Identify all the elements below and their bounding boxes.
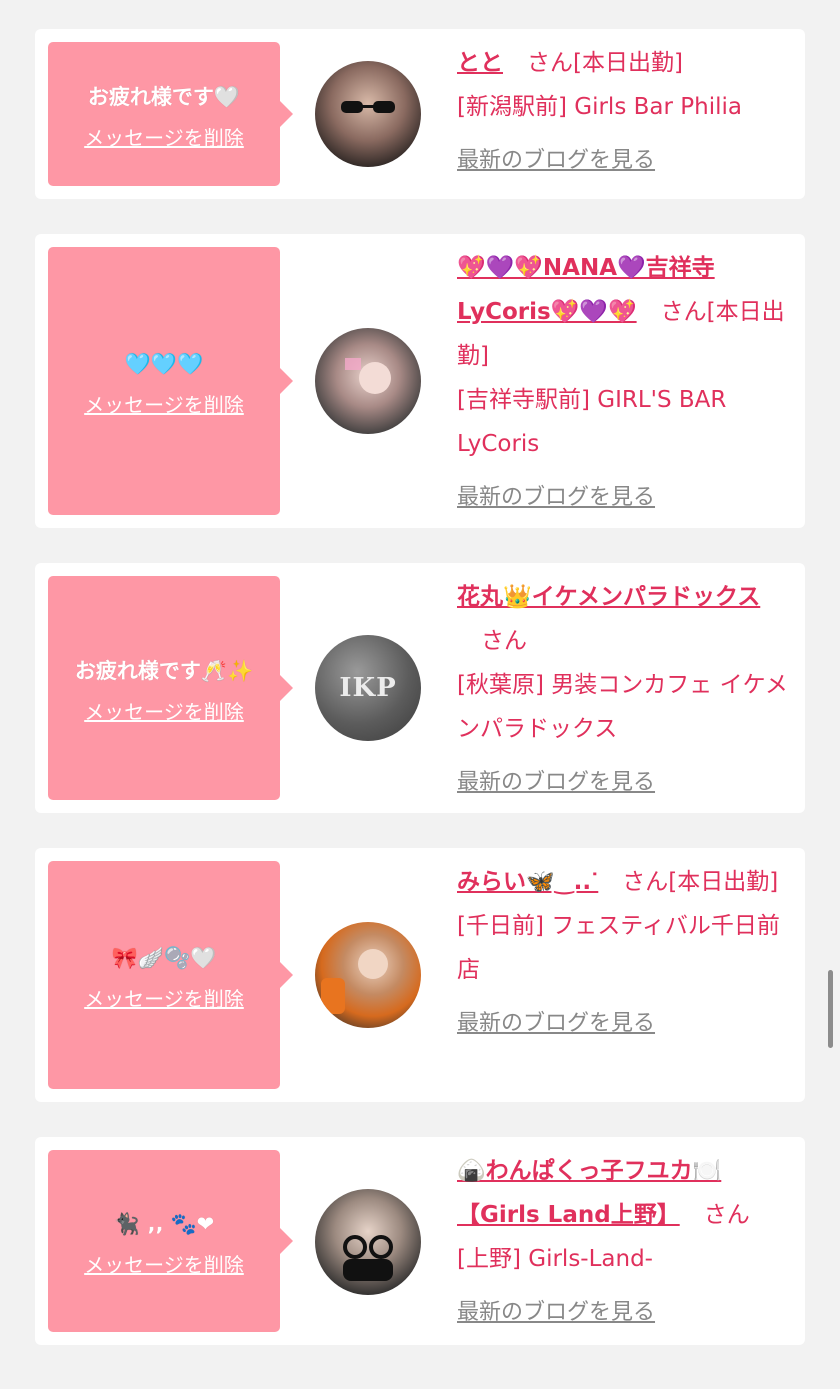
latest-blog-link[interactable]: 最新のブログを見る xyxy=(457,139,792,183)
honorific: さん xyxy=(622,869,669,895)
photo-icon xyxy=(345,358,391,394)
shop-name: [新潟駅前] Girls Bar Philia xyxy=(457,94,742,120)
honorific: さん xyxy=(481,628,527,654)
message-bubble: 🎀🪽🫧🤍 メッセージを削除 xyxy=(48,861,293,1089)
cast-name-link[interactable]: みらい🦋‿..ᐝ xyxy=(457,869,598,895)
message-text: 🩵🩵🩵 xyxy=(124,351,204,376)
message-card: お疲れ様です🥂✨ メッセージを削除 IKP 花丸👑イケメンパラドックスさん [秋… xyxy=(35,563,805,813)
status-label: [本日出勤] xyxy=(573,50,683,76)
message-bubble: お疲れ様です🤍 メッセージを削除 xyxy=(48,42,293,186)
delete-message-link[interactable]: メッセージを削除 xyxy=(84,389,244,418)
sunglasses-icon xyxy=(341,101,395,113)
cast-info: 🍙わんぱくっ子フユカ🍽️【Girls Land上野】 さん [上野] Girls-… xyxy=(457,1149,792,1335)
scrollbar[interactable] xyxy=(828,970,833,1048)
cast-info: 花丸👑イケメンパラドックスさん [秋葉原] 男装コンカフェ イケメンパラドックス… xyxy=(457,575,792,805)
honorific: さん xyxy=(660,299,707,325)
avatar[interactable] xyxy=(315,61,421,167)
shop-name: [秋葉原] 男装コンカフェ イケメンパラドックス xyxy=(457,672,788,742)
message-text: お疲れ様です🥂✨ xyxy=(74,658,254,683)
latest-blog-link[interactable]: 最新のブログを見る xyxy=(457,761,792,805)
glasses-icon xyxy=(343,1235,393,1281)
delete-message-link[interactable]: メッセージを削除 xyxy=(84,122,244,151)
latest-blog-link[interactable]: 最新のブログを見る xyxy=(457,476,792,520)
message-bubble: 🐈‍⬛ ‚‚ 🐾❤ メッセージを削除 xyxy=(48,1150,293,1332)
message-card: 🩵🩵🩵 メッセージを削除 💖💜💖NANA💜吉祥寺LyCoris💖💜💖 さん[本日出… xyxy=(35,234,805,528)
honorific: さん xyxy=(703,1202,750,1228)
avatar[interactable] xyxy=(315,922,421,1028)
delete-message-link[interactable]: メッセージを削除 xyxy=(84,696,244,725)
latest-blog-link[interactable]: 最新のブログを見る xyxy=(457,1291,792,1335)
message-text: 🐈‍⬛ ‚‚ 🐾❤ xyxy=(113,1211,215,1236)
delete-message-link[interactable]: メッセージを削除 xyxy=(84,1249,244,1278)
delete-message-link[interactable]: メッセージを削除 xyxy=(84,983,244,1012)
shop-name: [千日前] フェスティバル千日前店 xyxy=(457,913,780,983)
message-text: 🎀🪽🫧🤍 xyxy=(111,945,217,970)
message-card: 🎀🪽🫧🤍 メッセージを削除 みらい🦋‿..ᐝ さん[本日出勤] [千日前] フェス… xyxy=(35,848,805,1102)
photo-icon xyxy=(321,949,388,1014)
avatar[interactable] xyxy=(315,1189,421,1295)
ikp-logo-icon[interactable]: IKP xyxy=(315,635,421,741)
cast-name-link[interactable]: 🍙わんぱくっ子フユカ🍽️【Girls Land上野】 xyxy=(457,1158,721,1228)
message-text: お疲れ様です🤍 xyxy=(87,84,241,109)
avatar-logo-text: IKP xyxy=(339,673,397,703)
cast-name-link[interactable]: とと xyxy=(457,50,503,76)
honorific: さん xyxy=(527,50,573,76)
message-card: お疲れ様です🤍 メッセージを削除 とと さん[本日出勤] [新潟駅前] Girls… xyxy=(35,29,805,199)
shop-name: [上野] Girls-Land- xyxy=(457,1246,653,1272)
message-bubble: 🩵🩵🩵 メッセージを削除 xyxy=(48,247,293,515)
cast-info: 💖💜💖NANA💜吉祥寺LyCoris💖💜💖 さん[本日出勤] [吉祥寺駅前] GI… xyxy=(457,246,792,520)
message-card: 🐈‍⬛ ‚‚ 🐾❤ メッセージを削除 🍙わんぱくっ子フユカ🍽️【Girls La… xyxy=(35,1137,805,1345)
latest-blog-link[interactable]: 最新のブログを見る xyxy=(457,1002,792,1046)
cast-info: とと さん[本日出勤] [新潟駅前] Girls Bar Philia 最新のブロ… xyxy=(457,41,792,183)
cast-info: みらい🦋‿..ᐝ さん[本日出勤] [千日前] フェスティバル千日前店 最新のブロ… xyxy=(457,860,792,1046)
cast-name-link[interactable]: 花丸👑イケメンパラドックス xyxy=(457,584,760,610)
shop-name: [吉祥寺駅前] GIRL'S BAR LyCoris xyxy=(457,387,727,457)
status-label: [本日出勤] xyxy=(668,869,779,895)
message-bubble: お疲れ様です🥂✨ メッセージを削除 xyxy=(48,576,293,800)
avatar[interactable] xyxy=(315,328,421,434)
